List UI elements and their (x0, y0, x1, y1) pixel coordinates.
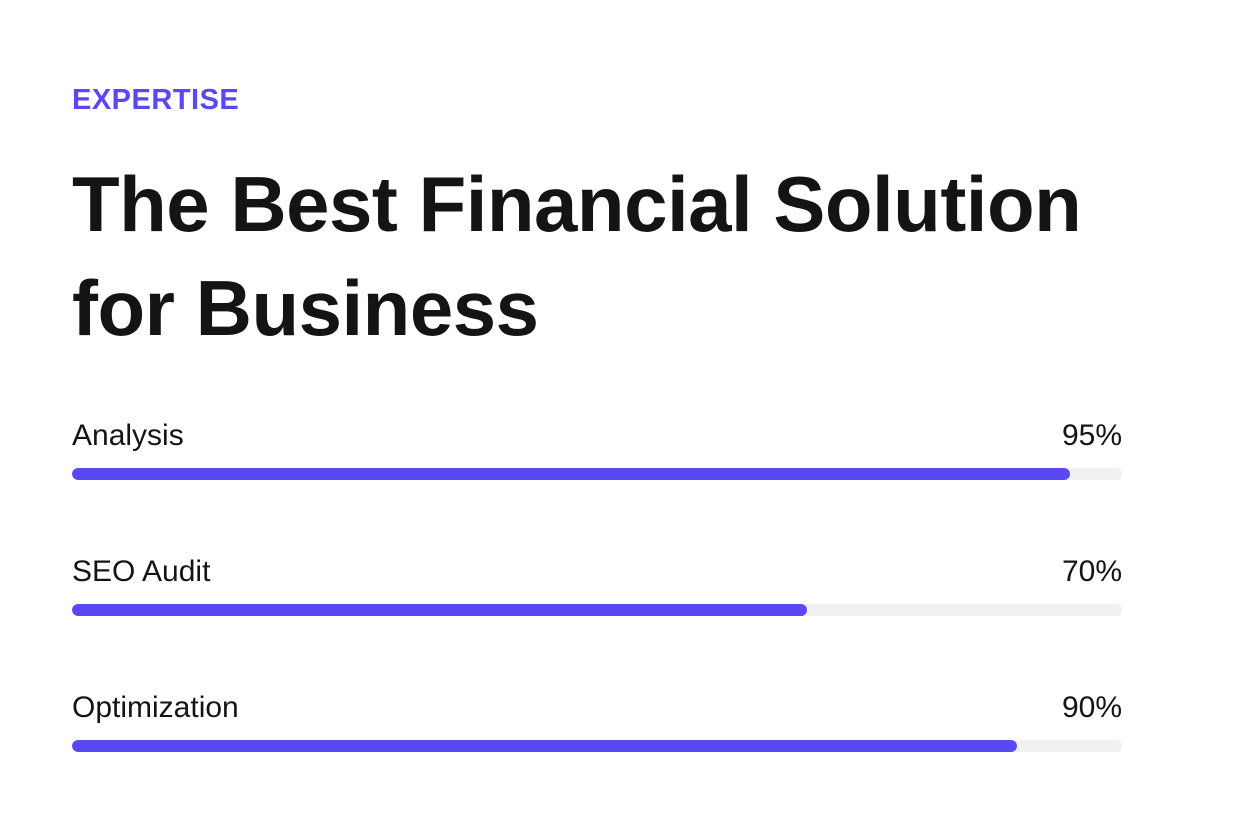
skill-percent: 70% (1061, 555, 1122, 588)
section-title-line-2: for Business (72, 264, 539, 352)
skills-list: Analysis 95% SEO Audit 70% Optimization … (72, 412, 1122, 820)
skill-analysis: Analysis 95% (72, 412, 1122, 548)
skill-seo-audit: SEO Audit 70% (72, 548, 1122, 684)
section-eyebrow: EXPERTISE (72, 84, 240, 116)
skill-header: Analysis 95% (72, 412, 1122, 456)
skill-header: SEO Audit 70% (72, 548, 1122, 592)
progress-track (72, 740, 1122, 752)
progress-track (72, 604, 1122, 616)
progress-fill (72, 468, 1070, 480)
skill-label: Optimization (72, 691, 239, 724)
progress-track (72, 468, 1122, 480)
skill-label: SEO Audit (72, 555, 211, 588)
skill-percent: 95% (1061, 419, 1122, 452)
skill-percent: 90% (1061, 691, 1122, 724)
skill-label: Analysis (72, 419, 184, 452)
section-title-line-1: The Best Financial Solution (72, 160, 1082, 248)
progress-fill (72, 740, 1017, 752)
progress-fill (72, 604, 807, 616)
skill-optimization: Optimization 90% (72, 684, 1122, 820)
skill-header: Optimization 90% (72, 684, 1122, 728)
section-title: The Best Financial Solution for Business (72, 152, 1172, 360)
expertise-section: EXPERTISE The Best Financial Solution fo… (0, 0, 1244, 826)
